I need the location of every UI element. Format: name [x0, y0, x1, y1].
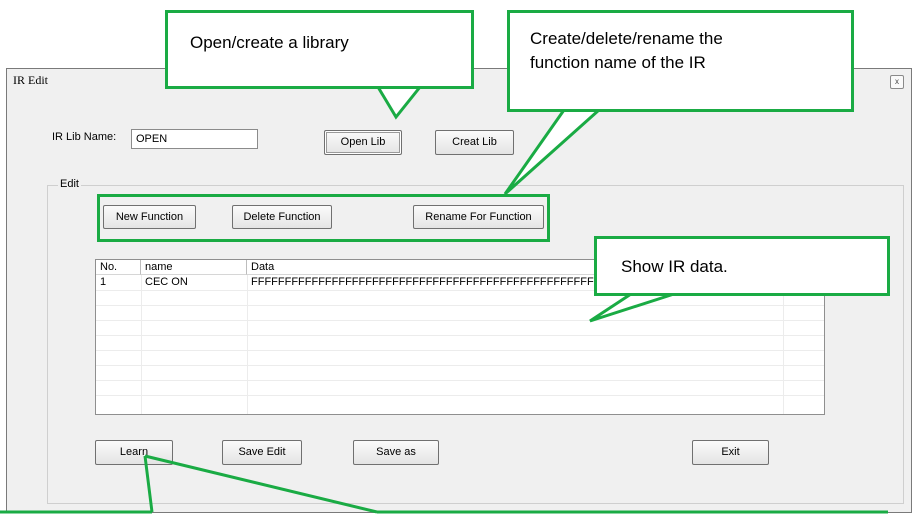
- callout-text: Create/delete/rename the: [530, 29, 723, 48]
- cell-name: CEC ON: [145, 276, 188, 288]
- grid-line: [96, 395, 824, 396]
- callout-open-create: Open/create a library: [165, 10, 474, 89]
- lib-name-label: IR Lib Name:: [52, 131, 117, 143]
- column-header-no[interactable]: No.: [96, 260, 141, 275]
- callout-text: Show IR data.: [621, 257, 728, 276]
- callout-function-name: Create/delete/rename the function name o…: [507, 10, 854, 112]
- close-icon[interactable]: x: [890, 75, 904, 89]
- grid-line: [96, 320, 824, 321]
- grid-line: [783, 275, 784, 414]
- grid-line: [96, 335, 824, 336]
- grid-line: [96, 305, 824, 306]
- window-title: IR Edit: [13, 73, 48, 87]
- callout-show-ir: Show IR data.: [594, 236, 890, 296]
- callout-text: Open/create a library: [190, 33, 349, 52]
- callout-text: function name of the IR: [530, 53, 706, 72]
- column-header-name[interactable]: name: [141, 260, 247, 275]
- exit-button[interactable]: Exit: [692, 440, 769, 465]
- learn-button[interactable]: Learn: [95, 440, 173, 465]
- save-as-button[interactable]: Save as: [353, 440, 439, 465]
- open-lib-button[interactable]: Open Lib: [324, 130, 402, 155]
- creat-lib-button[interactable]: Creat Lib: [435, 130, 514, 155]
- grid-line: [141, 275, 142, 414]
- grid-line: [96, 380, 824, 381]
- grid-line: [96, 350, 824, 351]
- grid-line: [96, 365, 824, 366]
- function-buttons-highlight: [97, 194, 550, 242]
- cell-no: 1: [100, 276, 107, 288]
- save-edit-button[interactable]: Save Edit: [222, 440, 302, 465]
- edit-group-label: Edit: [58, 178, 81, 190]
- grid-line: [247, 275, 248, 414]
- lib-name-input[interactable]: OPEN: [131, 129, 258, 149]
